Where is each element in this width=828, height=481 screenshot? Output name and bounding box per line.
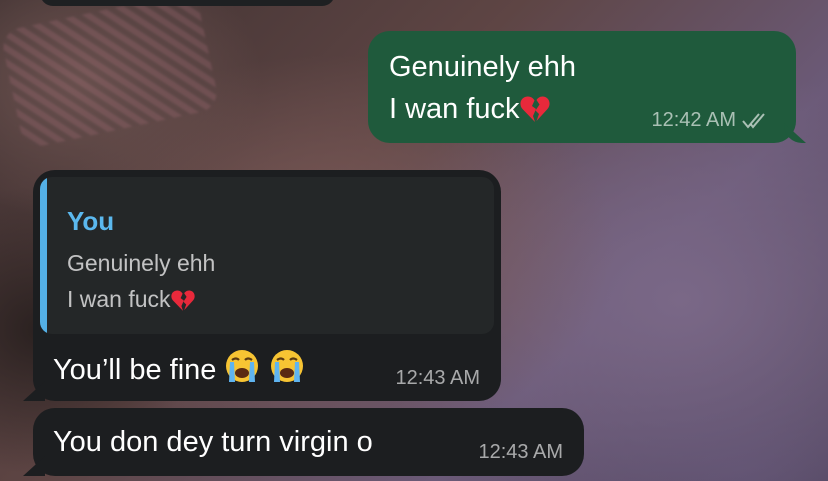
loudly-crying-face-emoji: [269, 348, 305, 394]
loudly-crying-face-emoji: [224, 348, 260, 394]
wallpaper: [0, 0, 221, 150]
timestamp: 12:42 AM: [651, 109, 736, 131]
previous-message-bubble[interactable]: [40, 0, 335, 6]
message-line: I wan fuck: [389, 93, 520, 125]
message-meta: 12:43 AM: [395, 367, 480, 390]
broken-heart-emoji: [170, 286, 195, 322]
message-text: You’ll be fine: [53, 348, 305, 394]
message-text: Genuinely ehh I wan fuck: [389, 46, 576, 135]
incoming-reply-bubble[interactable]: You Genuinely ehh I wan fuck You’ll be f…: [33, 170, 501, 401]
quote-accent-bar: [40, 177, 47, 334]
message-line: You’ll be fine: [53, 354, 217, 386]
quoted-message[interactable]: You Genuinely ehh I wan fuck: [40, 177, 494, 334]
quote-author: You: [67, 206, 115, 236]
incoming-message-bubble[interactable]: You don dey turn virgin o 12:43 AM: [33, 408, 584, 476]
double-check-icon: [742, 112, 765, 129]
timestamp: 12:43 AM: [395, 367, 480, 389]
message-line: Genuinely ehh: [389, 51, 577, 83]
broken-heart-emoji: [520, 93, 550, 135]
message-meta: 12:42 AM: [651, 109, 770, 132]
timestamp: 12:43 AM: [478, 441, 563, 463]
quote-text: Genuinely ehh I wan fuck: [67, 245, 215, 322]
message-text: You don dey turn virgin o: [53, 426, 373, 458]
message-meta: 12:43 AM: [478, 441, 563, 464]
outgoing-message-bubble[interactable]: Genuinely ehh I wan fuck 12:42 AM: [368, 31, 796, 143]
quote-line: I wan fuck: [67, 286, 171, 312]
quote-line: Genuinely ehh: [67, 250, 216, 276]
